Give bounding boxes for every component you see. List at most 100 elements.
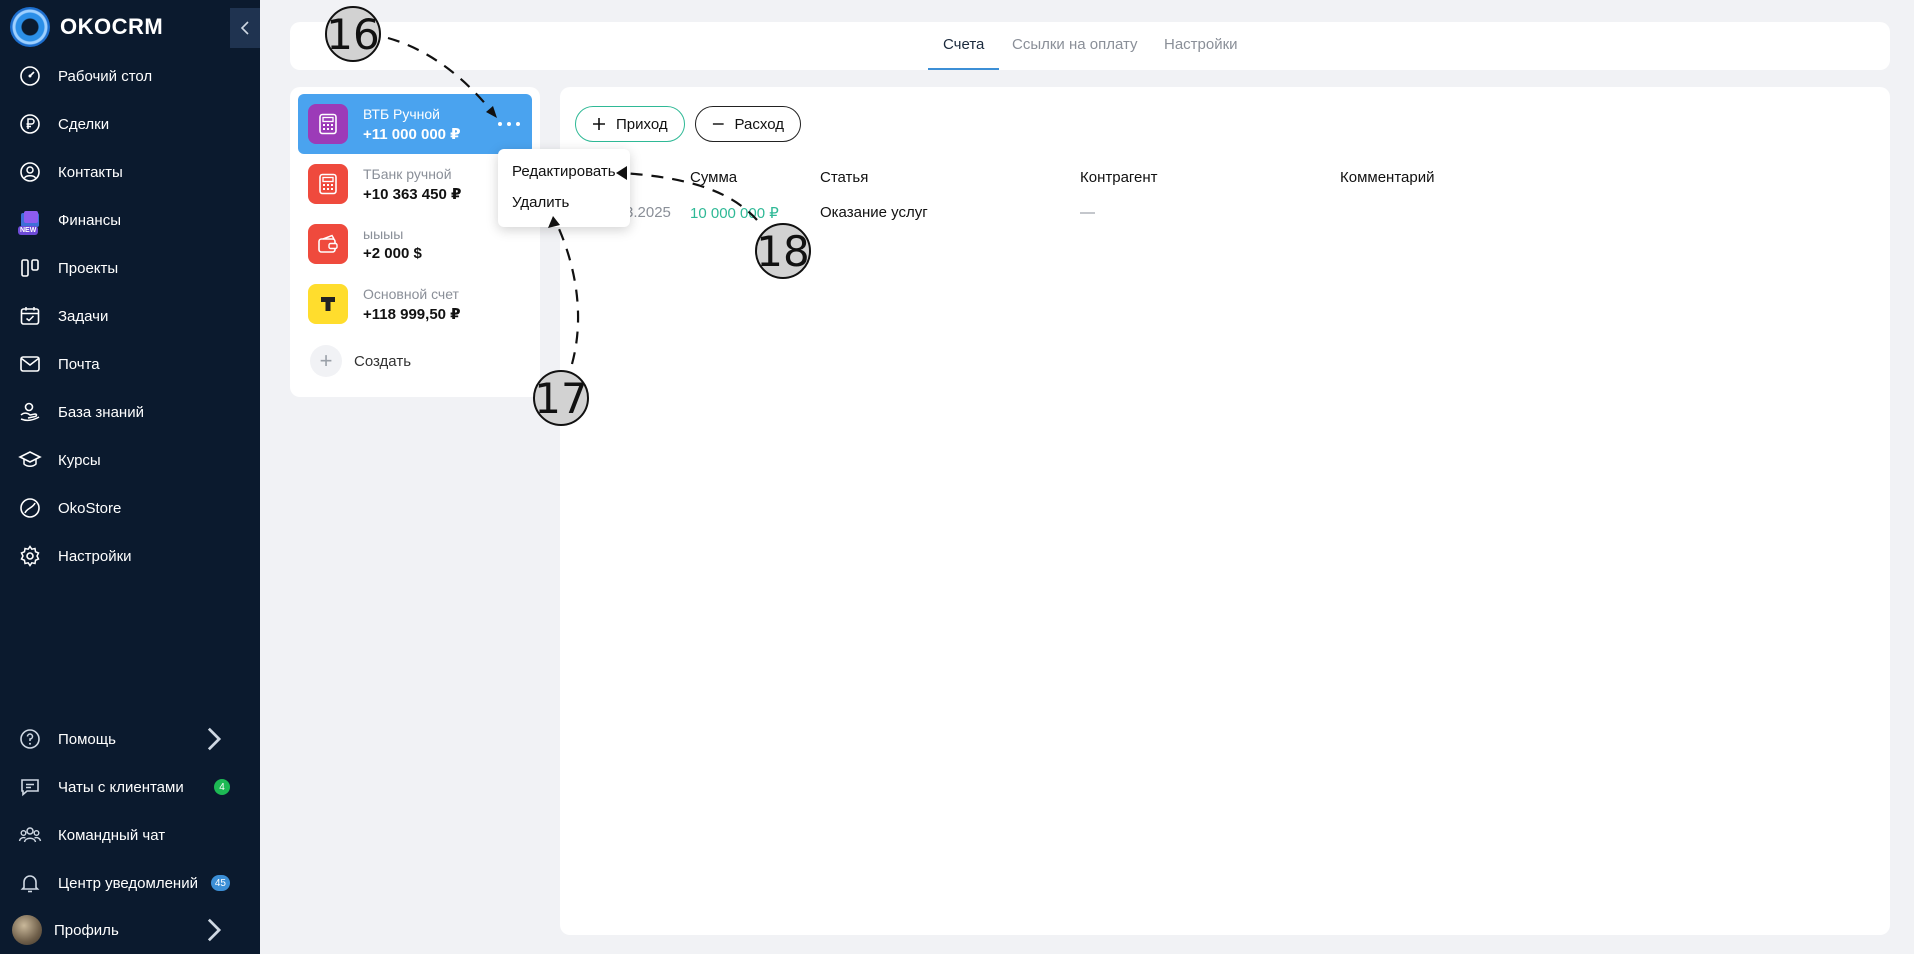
plus-icon: + (310, 345, 342, 377)
sidebar-item-label: Финансы (58, 211, 121, 229)
sidebar-item-label: Проекты (58, 259, 119, 277)
sidebar-item-client-chats[interactable]: Чаты с клиентами 4 (18, 772, 248, 802)
mail-icon (20, 356, 40, 372)
sidebar-item-label: Контакты (58, 163, 123, 181)
calculator-icon (308, 164, 348, 204)
sidebar-item-label: Рабочий стол (58, 67, 153, 85)
sidebar-item-deals[interactable]: Сделки (18, 109, 248, 139)
sidebar-item-projects[interactable]: Проекты (18, 253, 248, 283)
chats-count-badge: 4 (214, 779, 230, 795)
gear-icon (20, 545, 40, 567)
create-label: Создать (354, 352, 412, 370)
bell-icon (20, 875, 40, 893)
tab-payment-links[interactable]: Ссылки на оплату (1012, 22, 1138, 70)
dashboard-icon (20, 66, 40, 86)
account-sum: +11 000 000 ₽ (363, 126, 461, 143)
accounts-panel: ВТБ Ручной +11 000 000 ₽ ТБанк ручной +1… (290, 87, 540, 397)
avatar (12, 915, 42, 945)
sidebar-item-label: Настройки (58, 547, 132, 565)
user-circle-icon (20, 162, 40, 182)
sidebar-item-settings[interactable]: Настройки (18, 541, 248, 571)
logo-text: OKOCRM (60, 14, 164, 39)
income-label: Приход (616, 115, 668, 133)
account-item[interactable]: ВТБ Ручной +11 000 000 ₽ (298, 94, 532, 154)
finance-icon: NEW (18, 208, 42, 235)
sidebar-item-label: Задачи (58, 307, 109, 325)
column-header-sum[interactable]: Сумма (690, 169, 737, 186)
sidebar-item-label: Курсы (58, 451, 101, 469)
sidebar-item-label: Центр уведомлений (58, 874, 198, 892)
account-name: ТБанк ручной (363, 166, 452, 182)
expense-label: Расход (734, 115, 784, 133)
sidebar-item-label: Профиль (54, 921, 119, 939)
account-name: ыыыы (363, 226, 404, 242)
minus-icon (712, 123, 724, 125)
callout-18: 18 (755, 223, 811, 279)
create-account-button[interactable]: + Создать (310, 345, 411, 377)
help-icon (20, 729, 40, 749)
account-sum: +118 999,50 ₽ (363, 306, 461, 323)
account-name: Основной счет (363, 286, 459, 302)
tabs-bar: Счета Ссылки на оплату Настройки (290, 22, 1890, 70)
collapse-sidebar-button[interactable] (230, 8, 260, 48)
sidebar-item-knowledge-base[interactable]: База знаний (18, 397, 248, 427)
row-date: 3.2025 (625, 204, 671, 221)
sidebar-item-label: Почта (58, 355, 100, 373)
chevron-right-icon (207, 727, 222, 751)
chevron-left-icon (240, 21, 249, 35)
chat-icon (21, 779, 39, 797)
new-badge: NEW (18, 226, 39, 235)
sidebar-item-label: Командный чат (58, 826, 166, 844)
sidebar-item-finance[interactable]: NEW Финансы (18, 205, 248, 235)
wallet-icon (308, 224, 348, 264)
column-header-comment[interactable]: Комментарий (1340, 169, 1434, 186)
column-header-counterparty[interactable]: Контрагент (1080, 169, 1158, 186)
income-button[interactable]: Приход (575, 106, 685, 142)
sidebar-item-label: Чаты с клиентами (58, 778, 184, 796)
sidebar-item-dashboard[interactable]: Рабочий стол (18, 61, 248, 91)
sidebar-item-courses[interactable]: Курсы (18, 445, 248, 475)
calendar-icon (20, 307, 40, 325)
calculator-icon (308, 104, 348, 144)
row-counterparty: — (1080, 204, 1095, 221)
chevron-right-icon (207, 918, 222, 942)
app-logo[interactable]: OKOCRM (10, 7, 164, 47)
ruble-icon (20, 114, 40, 134)
sidebar-item-label: Сделки (58, 115, 110, 133)
menu-item-delete[interactable]: Удалить (512, 194, 569, 211)
sidebar-item-tasks[interactable]: Задачи (18, 301, 248, 331)
expense-button[interactable]: Расход (695, 106, 801, 142)
account-item[interactable]: ТБанк ручной +10 363 450 ₽ (298, 154, 532, 214)
menu-item-edit[interactable]: Редактировать (512, 163, 616, 180)
sidebar-item-label: Помощь (58, 730, 116, 748)
notifications-count-badge: 45 (210, 875, 230, 891)
logo-icon (10, 7, 50, 47)
tab-settings[interactable]: Настройки (1164, 22, 1238, 70)
tbank-logo-icon (308, 284, 348, 324)
knowledge-icon (20, 402, 40, 422)
sidebar-item-mail[interactable]: Почта (18, 349, 248, 379)
account-name: ВТБ Ручной (363, 106, 440, 122)
account-sum: +10 363 450 ₽ (363, 186, 462, 203)
callout-16: 16 (325, 6, 381, 62)
sidebar-item-team-chat[interactable]: Командный чат (18, 820, 248, 850)
sidebar-item-notifications[interactable]: Центр уведомлений 45 (18, 868, 248, 898)
account-item[interactable]: Основной счет +118 999,50 ₽ (298, 274, 532, 334)
tab-accounts[interactable]: Счета (928, 22, 1000, 70)
sidebar-item-contacts[interactable]: Контакты (18, 157, 248, 187)
graduation-cap-icon (18, 451, 42, 467)
more-options-icon[interactable] (498, 116, 520, 132)
row-sum: 10 000 000 ₽ (690, 205, 779, 222)
account-sum: +2 000 $ (363, 245, 422, 262)
sidebar: OKOCRM Рабочий стол Сделки Контакты NEW … (0, 0, 260, 954)
account-context-menu: Редактировать Удалить (498, 149, 630, 227)
account-item[interactable]: ыыыы +2 000 $ (298, 214, 532, 274)
sidebar-item-okostore[interactable]: OkoStore (18, 493, 248, 523)
column-header-article[interactable]: Статья (820, 169, 868, 186)
row-article: Оказание услуг (820, 204, 928, 221)
plus-icon (593, 118, 605, 130)
sidebar-item-label: OkoStore (58, 499, 122, 517)
sidebar-item-help[interactable]: Помощь (18, 724, 248, 754)
sidebar-item-label: База знаний (58, 403, 144, 421)
sidebar-item-profile[interactable]: Профиль (12, 915, 248, 945)
